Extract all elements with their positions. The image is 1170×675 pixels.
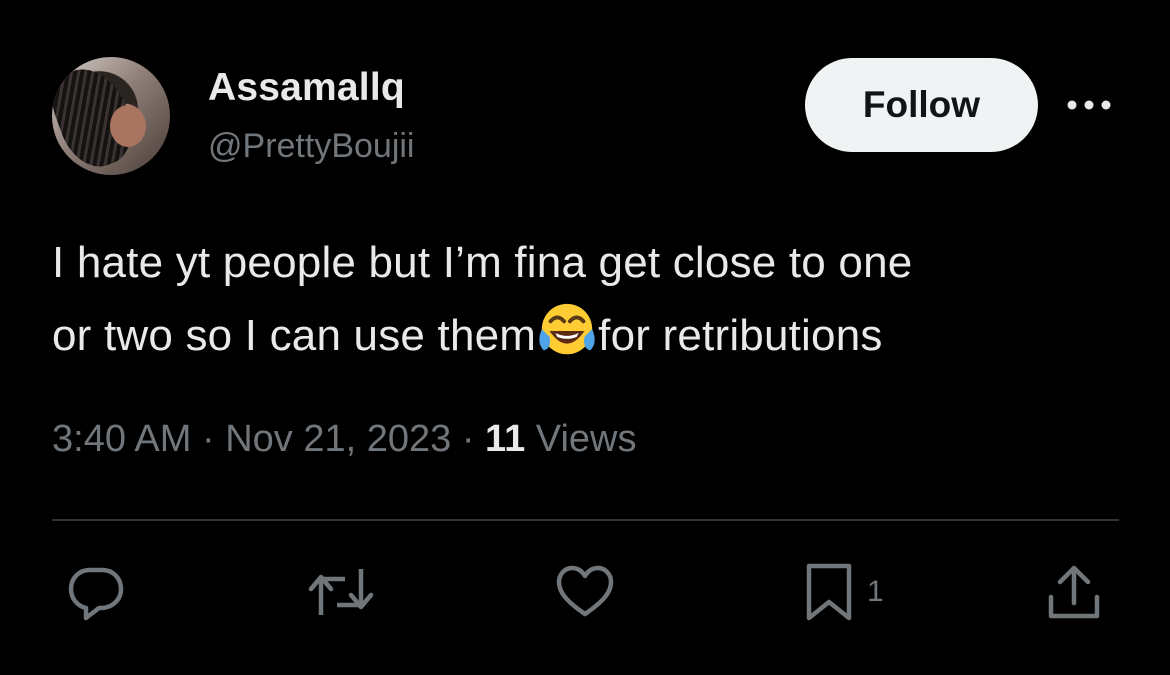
tweet-text: I hate yt people but I’m fina get close …	[52, 226, 1132, 372]
tweet-text-after-emoji: for retributions	[598, 311, 883, 360]
meta-separator: ·	[191, 418, 226, 460]
tweet-text-line-1: I hate yt people but I’m fina get close …	[52, 238, 913, 287]
divider	[52, 519, 1119, 521]
heart-icon	[556, 565, 614, 617]
follow-button[interactable]: Follow	[805, 58, 1038, 152]
user-handle[interactable]: @PrettyBoujii	[208, 127, 414, 166]
bookmark-icon	[806, 563, 852, 621]
reply-icon	[68, 567, 124, 621]
share-button[interactable]	[1046, 562, 1102, 622]
repost-button[interactable]	[307, 562, 375, 622]
more-options-button[interactable]	[1066, 88, 1112, 122]
more-dots-icon	[1067, 100, 1111, 110]
tweet-time[interactable]: 3:40 AM	[52, 418, 191, 460]
display-name[interactable]: Assamallq	[208, 66, 405, 110]
avatar[interactable]	[52, 57, 170, 175]
avatar-face	[110, 105, 146, 147]
reply-button[interactable]	[66, 562, 126, 622]
face-with-tears-of-joy-icon	[539, 303, 595, 355]
tweet-date[interactable]: Nov 21, 2023	[225, 418, 451, 460]
tweet-text-before-emoji: or two so I can use them	[52, 311, 537, 360]
views-count: 11	[485, 418, 526, 460]
like-button[interactable]	[556, 562, 614, 622]
bookmark-count: 1	[867, 575, 884, 608]
views-label: Views	[535, 418, 637, 460]
tweet-text-line-2: or two so I can use them for retribution…	[52, 299, 1132, 372]
tweet-meta: 3:40 AM · Nov 21, 2023 · 11 Views	[52, 418, 636, 461]
share-icon	[1048, 565, 1100, 619]
repost-icon	[308, 569, 374, 615]
meta-separator: ·	[451, 418, 486, 460]
bookmark-button[interactable]: 1	[805, 562, 884, 622]
